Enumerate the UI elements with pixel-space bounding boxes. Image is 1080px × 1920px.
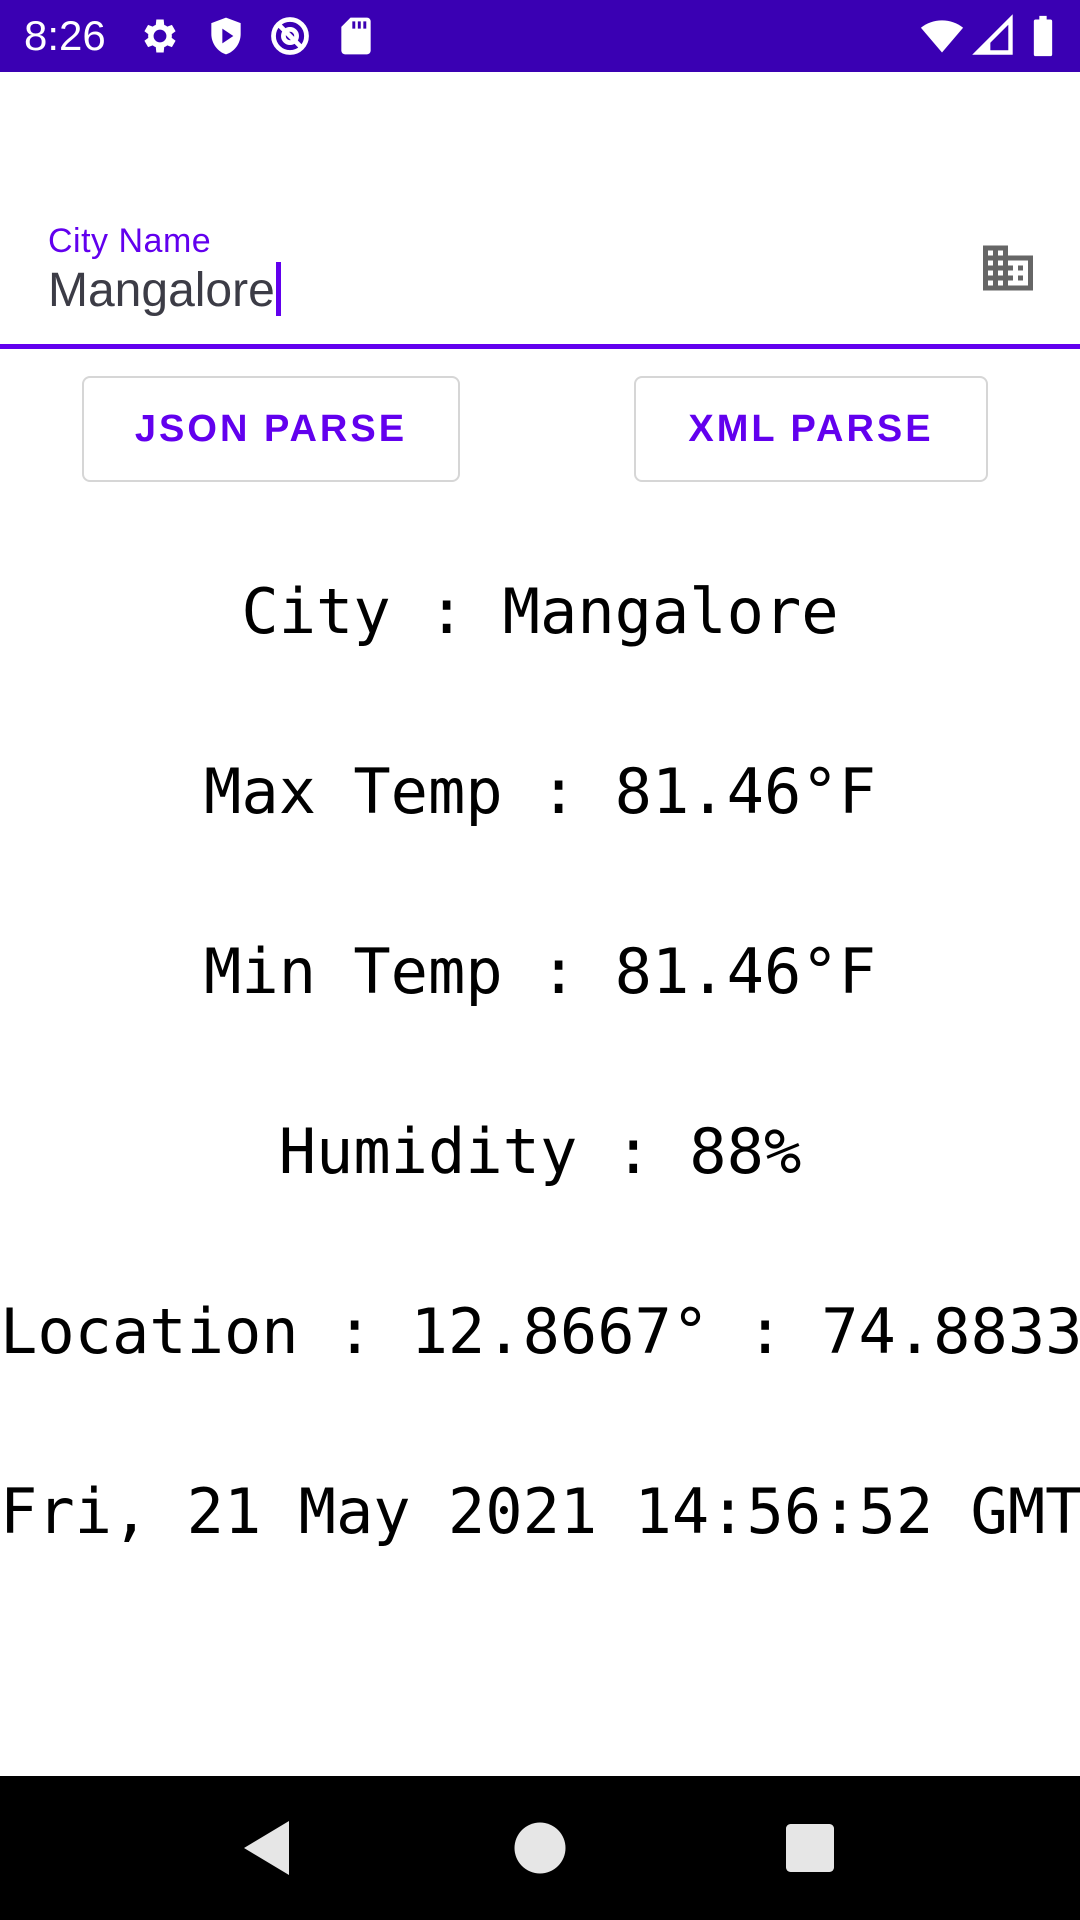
humidity-result: Humidity : 88% [278,1115,802,1188]
app-screen: 8:26 City Name Mangalore JSON PARSE XML … [0,0,1080,1920]
play-protect-icon [204,14,248,58]
battery-icon [1026,14,1060,58]
xml-parse-button[interactable]: XML PARSE [634,376,988,482]
city-name-field[interactable]: City Name Mangalore [0,200,1080,350]
back-icon[interactable] [232,1812,304,1884]
at-sign-icon [268,14,312,58]
sd-card-icon [334,14,378,58]
navigation-bar [0,1776,1080,1920]
city-result: City : Mangalore [241,575,839,648]
signal-icon [972,14,1016,58]
city-name-input[interactable]: Mangalore [48,262,281,318]
date-result: Fri, 21 May 2021 14:56:52 GMT [0,1475,1080,1548]
min-temp-result: Min Temp : 81.46°F [204,935,876,1008]
wifi-icon [920,14,964,58]
city-name-label: City Name [48,222,212,260]
json-parse-button[interactable]: JSON PARSE [82,376,460,482]
status-bar: 8:26 [0,0,1080,72]
recents-icon[interactable] [774,1812,846,1884]
text-cursor [275,262,281,316]
gear-icon [138,14,182,58]
building-icon [978,238,1038,298]
home-icon[interactable] [504,1812,576,1884]
city-name-value: Mangalore [48,264,275,317]
input-underline [0,344,1080,349]
max-temp-result: Max Temp : 81.46°F [204,755,876,828]
status-time: 8:26 [24,12,106,59]
location-result: Location : 12.8667° : 74.8833° [0,1295,1080,1368]
